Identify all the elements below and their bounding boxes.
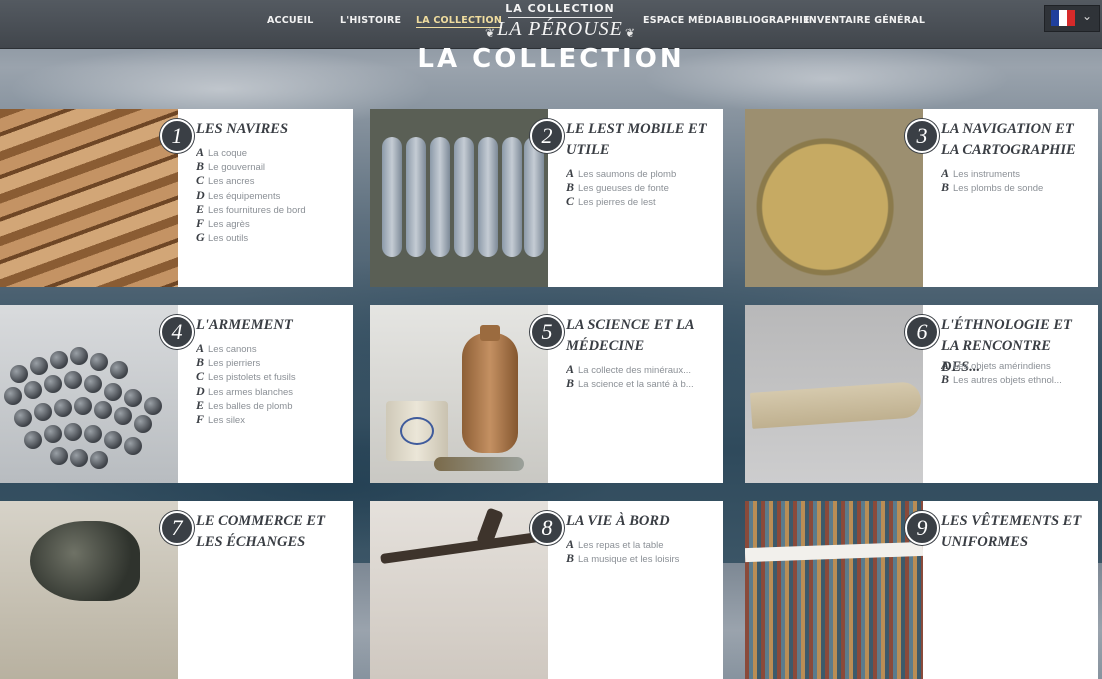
subcategory-item[interactable]: C Les ancres xyxy=(196,173,348,187)
subcategory-list: A La collecte des minéraux... B La science… xyxy=(566,362,718,390)
subcategory-item[interactable]: F Les silex xyxy=(196,412,348,426)
subcategory-list: A Les objets amérindiens B Les autres obje… xyxy=(941,358,1093,386)
category-title[interactable]: LES VÊTEMENTS ET UNIFORMES xyxy=(941,511,1091,553)
subcategory-list: A Les canons B Les pierriers C Les pistolet… xyxy=(196,341,348,426)
logo-ornament-left-icon: ❦ xyxy=(485,26,496,40)
subcategory-item[interactable]: A Les saumons de plomb xyxy=(566,166,718,180)
site-logo[interactable]: LA COLLECTION LA PÉROUSE ❦ ❦ xyxy=(485,2,635,46)
subcategory-item[interactable]: E Les balles de plomb xyxy=(196,398,348,412)
category-title[interactable]: L'ARMEMENT xyxy=(196,315,346,336)
subcategory-list: A Les instruments B Les plombs de sonde xyxy=(941,166,1093,194)
logo-ornament-right-icon: ❦ xyxy=(624,26,635,40)
category-card-science[interactable]: 5 LA SCIENCE ET LA MÉDECINE A La collecte… xyxy=(370,305,723,483)
chevron-down-icon: ⌄ xyxy=(1082,9,1093,23)
category-card-armement[interactable]: 4 L'ARMEMENT A Les canons B Les pierriers … xyxy=(0,305,353,483)
subcategory-item[interactable]: A La collecte des minéraux... xyxy=(566,362,718,376)
subcategory-item[interactable]: A Les instruments xyxy=(941,166,1093,180)
subcategory-list: A Les repas et la table B La musique et le… xyxy=(566,537,718,565)
category-title[interactable]: LA NAVIGATION ET LA CARTOGRAPHIE xyxy=(941,119,1091,161)
subcategory-item[interactable]: A Les objets amérindiens xyxy=(941,358,1093,372)
nav-histoire[interactable]: L'HISTOIRE xyxy=(340,15,401,26)
category-title[interactable]: LE LEST MOBILE ET UTILE xyxy=(566,119,716,161)
lead-balls-image xyxy=(0,305,178,483)
category-number: 7 xyxy=(160,511,194,545)
category-card-lest[interactable]: 2 LE LEST MOBILE ET UTILE A Les saumons d… xyxy=(370,109,723,287)
category-card-commerce[interactable]: 7 LE COMMERCE ET LES ÉCHANGES xyxy=(0,501,353,679)
category-card-navires[interactable]: 1 LES NAVIRES A La coque B Le gouvernail C… xyxy=(0,109,353,287)
category-number: 3 xyxy=(905,119,939,153)
top-navigation: ACCUEIL L'HISTOIRE LA COLLECTION LA COLL… xyxy=(0,0,1102,49)
subcategory-item[interactable]: F Les agrès xyxy=(196,216,348,230)
category-number: 5 xyxy=(530,315,564,349)
category-number: 9 xyxy=(905,511,939,545)
logo-title: LA PÉROUSE xyxy=(497,18,623,40)
wooden-comb-artifact-image xyxy=(745,305,923,483)
subcategory-item[interactable]: D Les armes blanches xyxy=(196,384,348,398)
category-number: 2 xyxy=(530,119,564,153)
subcategory-item[interactable]: B Les gueuses de fonte xyxy=(566,180,718,194)
french-flag-icon xyxy=(1051,10,1075,26)
category-number: 8 xyxy=(530,511,564,545)
logo-subtitle: LA COLLECTION xyxy=(505,2,615,15)
category-title[interactable]: LA SCIENCE ET LA MÉDECINE xyxy=(566,315,716,357)
category-card-navigation[interactable]: 3 LA NAVIGATION ET LA CARTOGRAPHIE A Les … xyxy=(745,109,1098,287)
category-number: 4 xyxy=(160,315,194,349)
ship-hull-image xyxy=(0,109,178,287)
ballast-ingots-image xyxy=(370,109,548,287)
category-title[interactable]: LE COMMERCE ET LES ÉCHANGES xyxy=(196,511,346,553)
nav-accueil[interactable]: ACCUEIL xyxy=(267,15,314,26)
subcategory-item[interactable]: D Les équipements xyxy=(196,188,348,202)
textile-artifact-image xyxy=(745,501,923,679)
language-selector[interactable]: ⌄ xyxy=(1044,5,1100,32)
page-title: LA COLLECTION xyxy=(417,44,685,74)
subcategory-item[interactable]: A Les canons xyxy=(196,341,348,355)
nav-bibliographie[interactable]: BIBLIOGRAPHIE xyxy=(724,15,810,26)
pipe-artifact-image xyxy=(370,501,548,679)
subcategory-item[interactable]: B Le gouvernail xyxy=(196,159,348,173)
subcategory-item[interactable]: E Les fournitures de bord xyxy=(196,202,348,216)
category-number: 1 xyxy=(160,119,194,153)
subcategory-item[interactable]: B Les pierriers xyxy=(196,355,348,369)
subcategory-item[interactable]: C Les pierres de lest xyxy=(566,194,718,208)
category-card-vie-a-bord[interactable]: 8 LA VIE À BORD A Les repas et la table B… xyxy=(370,501,723,679)
subcategory-item[interactable]: B La science et la santé à b... xyxy=(566,376,718,390)
category-title[interactable]: LES NAVIRES xyxy=(196,119,346,140)
jars-and-bottle-image xyxy=(370,305,548,483)
category-card-ethnologie[interactable]: 6 L'ÉTHNOLOGIE ET LA RENCONTRE DES... AL… xyxy=(745,305,1098,483)
stone-artifact-image xyxy=(0,501,178,679)
subcategory-item[interactable]: B La musique et les loisirs xyxy=(566,551,718,565)
nav-espace-media[interactable]: ESPACE MÉDIA xyxy=(643,15,724,26)
subcategory-item[interactable]: B Les autres objets ethnol... xyxy=(941,372,1093,386)
category-card-vetements[interactable]: 9 LES VÊTEMENTS ET UNIFORMES xyxy=(745,501,1098,679)
subcategory-item[interactable]: A Les repas et la table xyxy=(566,537,718,551)
subcategory-list: A La coque B Le gouvernail C Les ancres D Le… xyxy=(196,145,348,244)
nav-inventaire[interactable]: INVENTAIRE GÉNÉRAL xyxy=(805,15,925,26)
subcategory-item[interactable]: G Les outils xyxy=(196,230,348,244)
compass-instrument-image xyxy=(745,109,923,287)
subcategory-item[interactable]: B Les plombs de sonde xyxy=(941,180,1093,194)
subcategory-item[interactable]: A La coque xyxy=(196,145,348,159)
category-title[interactable]: LA VIE À BORD xyxy=(566,511,716,532)
category-number: 6 xyxy=(905,315,939,349)
subcategory-item[interactable]: C Les pistolets et fusils xyxy=(196,369,348,383)
subcategory-list: A Les saumons de plomb B Les gueuses de fo… xyxy=(566,166,718,209)
